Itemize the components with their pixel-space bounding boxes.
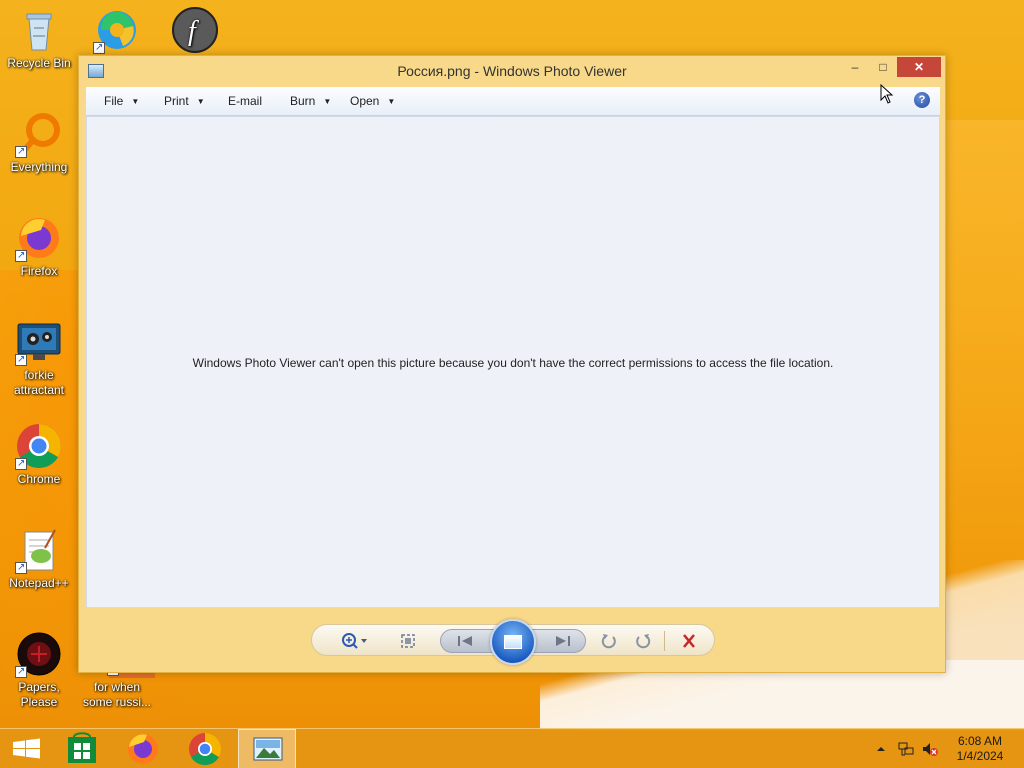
- title-bar[interactable]: Россия.png - Windows Photo Viewer – □ ✕: [79, 56, 945, 86]
- help-icon[interactable]: ?: [914, 92, 930, 108]
- taskbar-chrome[interactable]: [176, 729, 234, 768]
- command-bar: File ▼ Print ▼ E-mail Burn ▼ Open ▼ ?: [86, 87, 940, 116]
- start-button[interactable]: [0, 729, 58, 768]
- chevron-down-icon: ▼: [196, 97, 205, 106]
- firefox-icon: [15, 214, 63, 263]
- shortcut-arrow-icon: [15, 456, 27, 471]
- shortcut-arrow-icon: [15, 144, 27, 159]
- notepad-plus-plus-icon: [15, 526, 63, 575]
- desktop-icon-label: for when some russi...: [82, 680, 151, 709]
- minimize-button[interactable]: –: [841, 57, 869, 77]
- desktop-icon-papers-please[interactable]: Papers, Please: [0, 630, 78, 710]
- rotate-clockwise-icon[interactable]: [630, 631, 656, 651]
- chevron-down-icon: ▼: [131, 97, 140, 106]
- previous-icon[interactable]: [452, 631, 480, 651]
- desktop-icon-chrome[interactable]: Chrome: [0, 422, 78, 487]
- shortcut-arrow-icon: [93, 40, 105, 55]
- clock-time: 6:08 AM: [957, 734, 1003, 748]
- mouse-cursor-icon: [880, 83, 894, 104]
- menu-burn[interactable]: Burn ▼: [290, 94, 331, 108]
- desktop-icon-label: Everything: [10, 160, 68, 174]
- playback-controls: [311, 619, 715, 665]
- desktop-icon-everything[interactable]: Everything: [0, 110, 78, 175]
- desktop-icon-label: Chrome: [17, 472, 61, 486]
- settings-monitor-icon: [15, 318, 63, 367]
- flash-player-icon: f: [171, 6, 219, 54]
- desktop-icon-forkie[interactable]: forkie attractant: [0, 318, 78, 398]
- desktop-icon-label: Firefox: [20, 264, 58, 278]
- maximize-button[interactable]: □: [869, 57, 897, 77]
- error-message: Windows Photo Viewer can't open this pic…: [192, 356, 834, 370]
- volume-muted-icon[interactable]: [921, 740, 939, 768]
- show-hidden-icons-icon[interactable]: [876, 743, 886, 768]
- desktop-icon-notepadpp[interactable]: Notepad++: [0, 526, 78, 591]
- desktop-icon-firefox[interactable]: Firefox: [0, 214, 78, 279]
- desktop-icon-flash[interactable]: f: [156, 6, 234, 56]
- next-icon[interactable]: [548, 631, 576, 651]
- shortcut-arrow-icon: [15, 352, 27, 367]
- zoom-icon[interactable]: [338, 631, 372, 651]
- photo-viewer-icon: [253, 737, 283, 761]
- menu-print[interactable]: Print ▼: [164, 94, 205, 108]
- desktop-icon-label: Notepad++: [9, 576, 69, 590]
- close-button[interactable]: ✕: [897, 57, 941, 77]
- system-clock[interactable]: 6:08 AM 1/4/2024: [950, 734, 1010, 764]
- taskbar-photo-viewer[interactable]: [238, 729, 296, 768]
- desktop-icon-label: Recycle Bin: [7, 56, 71, 70]
- menu-open[interactable]: Open ▼: [350, 94, 395, 108]
- taskbar-store[interactable]: [52, 729, 110, 768]
- menu-file[interactable]: File ▼: [104, 94, 139, 108]
- desktop-icon-edge[interactable]: [78, 6, 156, 56]
- chrome-icon: [15, 422, 63, 471]
- taskbar: 6:08 AM 1/4/2024: [0, 728, 1024, 768]
- chrome-icon: [189, 732, 222, 766]
- divider: [664, 631, 665, 651]
- desktop-icon-recycle-bin[interactable]: Recycle Bin: [0, 6, 78, 71]
- papers-please-icon: [15, 630, 63, 679]
- clock-date: 1/4/2024: [956, 749, 1004, 763]
- photo-viewer-window: Россия.png - Windows Photo Viewer – □ ✕ …: [78, 55, 946, 673]
- image-viewing-area: Windows Photo Viewer can't open this pic…: [86, 116, 940, 608]
- menu-email[interactable]: E-mail: [228, 94, 262, 108]
- firefox-icon: [128, 734, 158, 764]
- window-title: Россия.png - Windows Photo Viewer: [397, 63, 627, 79]
- start-icon: [13, 738, 40, 759]
- edge-browser-icon: [93, 6, 141, 55]
- rotate-counterclockwise-icon[interactable]: [596, 631, 622, 651]
- store-icon: [68, 732, 96, 763]
- shortcut-arrow-icon: [15, 248, 27, 263]
- chevron-down-icon: ▼: [323, 97, 332, 106]
- desktop-icon-label: Papers, Please: [18, 680, 60, 709]
- shortcut-arrow-icon: [15, 664, 27, 679]
- delete-icon[interactable]: [676, 631, 702, 651]
- shortcut-arrow-icon: [15, 560, 27, 575]
- slideshow-icon[interactable]: [490, 619, 536, 665]
- taskbar-firefox[interactable]: [114, 729, 172, 768]
- chevron-down-icon: ▼: [387, 97, 396, 106]
- recycle-bin-icon: [15, 6, 63, 54]
- everything-search-icon: [15, 110, 63, 159]
- actual-size-icon[interactable]: [396, 631, 420, 651]
- desktop-icon-label: forkie attractant: [13, 368, 65, 397]
- network-icon[interactable]: [897, 740, 915, 768]
